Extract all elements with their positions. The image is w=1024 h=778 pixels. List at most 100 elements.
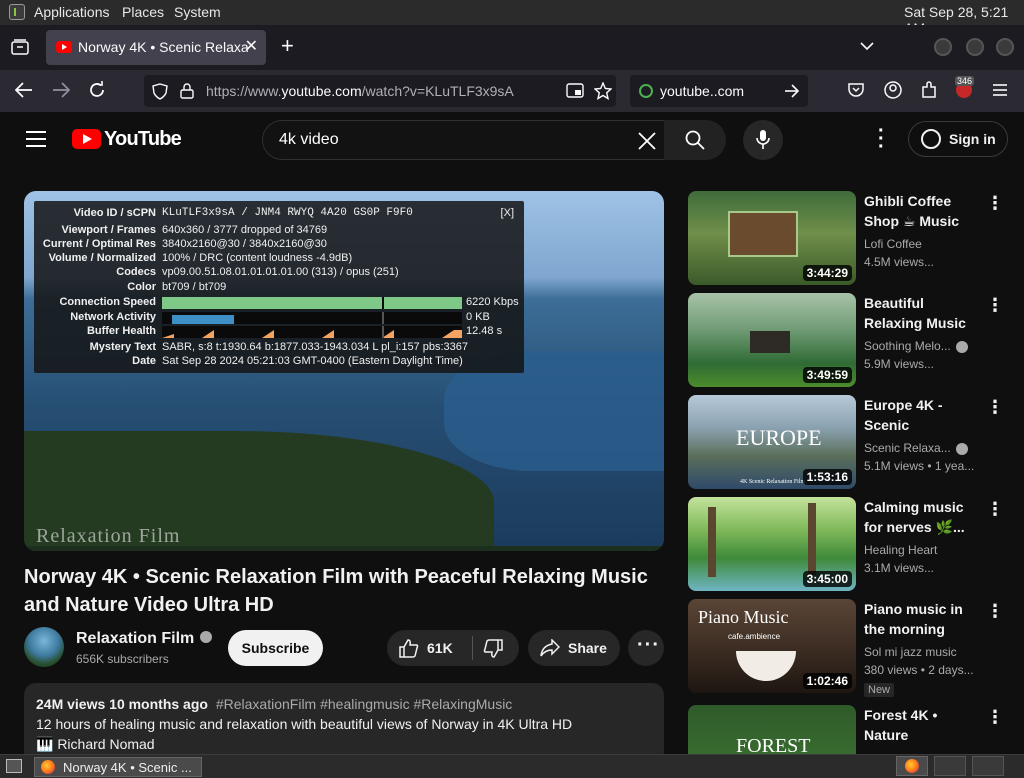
channel-avatar[interactable] (24, 627, 64, 667)
related-title[interactable]: Beautiful Relaxing Music ... (864, 293, 976, 333)
sign-in-button[interactable]: Sign in (908, 121, 1008, 157)
youtube-search-button[interactable] (664, 120, 726, 160)
system-menu[interactable]: System (174, 4, 221, 20)
related-thumbnail[interactable]: 3:44:29 (688, 191, 856, 285)
system-logo-icon[interactable] (9, 4, 25, 20)
taskbar-window-button[interactable]: Norway 4K • Scenic ... (34, 757, 202, 777)
thumbs-down-icon (483, 639, 503, 658)
search-go-arrow-icon[interactable] (784, 84, 800, 98)
related-video[interactable]: 3:49:59 Beautiful Relaxing Music ... Soo… (688, 293, 1008, 387)
search-engine-icon[interactable] (639, 84, 653, 98)
more-options-icon[interactable]: ⋮ (986, 499, 1004, 520)
pocket-icon[interactable] (848, 82, 864, 98)
web-search-text[interactable]: youtube..com (660, 83, 744, 99)
related-video[interactable]: EUROPE 4K Scenic Relaxation Film 1:53:16… (688, 395, 1008, 489)
settings-kebab-icon[interactable]: · · · (878, 121, 885, 157)
clear-search-icon[interactable] (637, 131, 657, 151)
minimize-window-icon[interactable] (934, 38, 952, 56)
thumbs-up-icon (399, 639, 419, 658)
youtube-logo-text[interactable]: YouTube (104, 128, 182, 151)
reload-icon[interactable] (88, 81, 106, 99)
related-title[interactable]: Piano music in the morning for... (864, 599, 976, 639)
related-video[interactable]: 3:45:00 Calming music for nerves 🌿... He… (688, 497, 1008, 591)
related-video[interactable]: Piano Music cafe.ambience 1:02:46 Piano … (688, 599, 1008, 697)
youtube-logo-icon[interactable] (72, 129, 101, 149)
thumbnail-title-text: Piano Music (698, 607, 789, 627)
voice-search-button[interactable] (743, 120, 783, 160)
video-duration: 3:45:00 (802, 571, 852, 587)
back-icon[interactable] (15, 82, 33, 98)
related-thumbnail[interactable]: 3:49:59 (688, 293, 856, 387)
places-menu[interactable]: Places (122, 4, 164, 20)
related-video[interactable]: 3:44:29 Ghibli Coffee Shop ☕ Music t... … (688, 191, 1008, 285)
shield-icon[interactable] (152, 83, 168, 100)
trash-icon[interactable] (972, 756, 1004, 776)
search-query[interactable]: 4k video (279, 131, 339, 149)
applications-menu[interactable]: Applications (34, 4, 110, 20)
subscribe-button[interactable]: Subscribe (228, 630, 323, 666)
related-thumbnail[interactable]: EUROPE 4K Scenic Relaxation Film 1:53:16 (688, 395, 856, 489)
related-title[interactable]: Forest 4K • Nature Relaxati... (864, 705, 976, 745)
video-duration: 1:02:46 (802, 673, 852, 689)
related-title[interactable]: Calming music for nerves 🌿... (864, 497, 976, 537)
guide-menu-icon[interactable] (26, 131, 46, 147)
workspace-switcher[interactable] (896, 756, 928, 776)
more-options-icon[interactable]: ⋮ (986, 397, 1004, 418)
close-tab-icon[interactable]: ✕ (245, 36, 258, 56)
close-window-icon[interactable] (996, 38, 1014, 56)
url-text[interactable]: https://www.youtube.com/watch?v=KLuTLF3x… (206, 83, 526, 99)
related-title[interactable]: Ghibli Coffee Shop ☕ Music t... (864, 191, 976, 231)
tab-strip: Norway 4K • Scenic Relaxati ✕ + (0, 25, 1024, 70)
description-box[interactable]: 24M views 10 months ago #RelaxationFilm … (24, 683, 664, 763)
related-channel[interactable]: Sol mi jazz music (864, 645, 978, 659)
account-icon[interactable] (884, 81, 902, 99)
related-thumbnail[interactable]: FOREST (688, 705, 856, 754)
tab-title: Norway 4K • Scenic Relaxati (78, 39, 248, 55)
new-tab-icon[interactable]: + (281, 33, 294, 59)
bookmark-star-icon[interactable] (594, 82, 612, 100)
maximize-window-icon[interactable] (966, 38, 984, 56)
workspace-switcher[interactable] (934, 756, 966, 776)
list-tabs-icon[interactable] (860, 41, 874, 51)
more-options-icon[interactable]: ⋮ (986, 601, 1004, 622)
more-options-icon[interactable]: ⋮ (986, 707, 1004, 728)
youtube-search-input[interactable]: 4k video (262, 120, 672, 160)
channel-name[interactable]: Relaxation Film (76, 630, 213, 648)
related-channel[interactable]: Lofi Coffee (864, 237, 978, 251)
video-player[interactable]: Relaxation Film [X] Video ID / sCPN KLuTL… (24, 191, 664, 551)
url-bar[interactable]: https://www.youtube.com/watch?v=KLuTLF3x… (144, 75, 616, 107)
lock-icon[interactable] (180, 83, 194, 99)
firefox-icon (905, 759, 919, 773)
more-options-icon[interactable]: ⋮ (986, 295, 1004, 316)
tab-overview-icon[interactable] (11, 39, 29, 55)
like-count: 61K (427, 640, 453, 656)
more-actions-button[interactable]: ··· (628, 630, 664, 666)
dislike-button[interactable] (473, 630, 519, 666)
forward-icon[interactable] (52, 82, 70, 98)
stats-row: Color bt709 / bt709 (127, 281, 227, 293)
extensions-icon[interactable] (920, 81, 938, 99)
related-title[interactable]: Europe 4K - Scenic Relaxati... (864, 395, 976, 435)
related-video[interactable]: FOREST Forest 4K • Nature Relaxati... ⋮ (688, 705, 1008, 754)
graph-divider (382, 297, 384, 309)
more-options-icon[interactable]: ⋮ (986, 193, 1004, 214)
new-badge: New (864, 683, 895, 697)
related-thumbnail[interactable]: 3:45:00 (688, 497, 856, 591)
menu-hamburger-icon[interactable] (992, 83, 1008, 97)
cafe-building-shape (728, 211, 798, 257)
like-button[interactable]: 61K (387, 630, 471, 666)
related-channel[interactable]: Healing Heart (864, 543, 978, 557)
share-button[interactable]: Share (528, 630, 620, 666)
stats-row-network: Network Activity 0 KB (70, 311, 490, 324)
description-hashtags[interactable]: #RelaxationFilm #healingmusic #RelaxingM… (216, 696, 512, 712)
stats-row: Volume / Normalized 100% / DRC (content l… (48, 252, 353, 264)
show-desktop-icon[interactable] (6, 759, 22, 773)
search-icon (685, 130, 705, 150)
web-search-bar[interactable]: youtube..com (630, 75, 808, 107)
related-thumbnail[interactable]: Piano Music cafe.ambience 1:02:46 (688, 599, 856, 693)
system-top-bar: Applications Places System Sat Sep 28, 5… (0, 0, 1024, 36)
stats-row: Current / Optimal Res 3840x2160@30 / 3840… (42, 238, 327, 250)
youtube-header: YouTube 4k video · · · Sign in (0, 112, 1024, 168)
tab-youtube[interactable]: Norway 4K • Scenic Relaxati ✕ (46, 30, 266, 65)
picture-in-picture-icon[interactable] (566, 83, 584, 99)
